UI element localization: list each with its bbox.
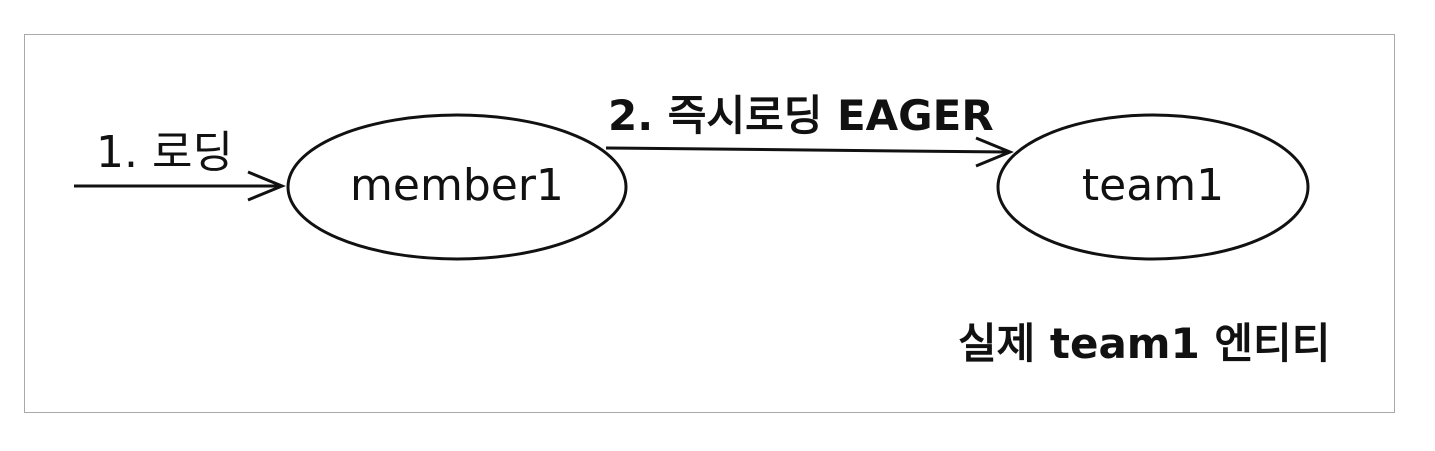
step1-label: 1. 로딩 — [96, 127, 233, 178]
step2-label: 2. 즉시로딩 EAGER — [608, 91, 994, 140]
diagram-canvas — [74, 113, 1310, 261]
team1-label: team1 — [1081, 160, 1225, 211]
member1-label: member1 — [350, 160, 564, 211]
entity-caption: 실제 team1 엔티티 — [958, 319, 1331, 368]
